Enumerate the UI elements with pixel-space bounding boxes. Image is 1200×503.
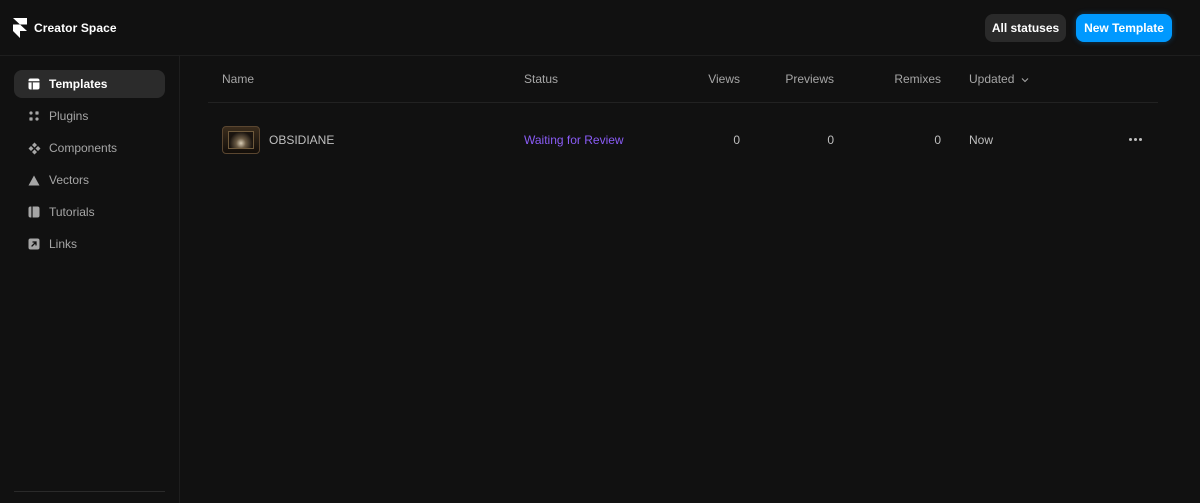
all-statuses-button[interactable]: All statuses [985,14,1066,42]
column-status-header[interactable]: Status [524,72,558,86]
sidebar-item-components[interactable]: Components [14,134,165,162]
column-updated-header[interactable]: Updated [969,72,1029,86]
components-icon [27,141,41,155]
template-icon [27,77,41,91]
sidebar-item-templates[interactable]: Templates [14,70,165,98]
sidebar-item-label: Templates [49,77,108,91]
updated-time: Now [969,133,994,147]
link-arrow-icon [27,237,41,251]
top-header: Creator Space All statuses New Template [0,0,1200,56]
sidebar-item-label: Plugins [49,109,89,123]
column-remixes-header[interactable]: Remixes [894,72,941,86]
sidebar-item-tutorials[interactable]: Tutorials [14,198,165,226]
framer-logo-icon [13,18,27,38]
column-name-header[interactable]: Name [222,72,254,86]
sidebar-item-label: Components [49,141,118,155]
sidebar-item-links[interactable]: Links [14,230,165,258]
status-badge: Waiting for Review [524,133,624,147]
new-template-button[interactable]: New Template [1076,14,1172,42]
sidebar: Templates Plugins Components Vectors Tut… [0,56,180,503]
brand[interactable]: Creator Space [13,17,117,39]
sidebar-item-vectors[interactable]: Vectors [14,166,165,194]
remixes-count: 0 [934,133,941,147]
table-row[interactable]: OBSIDIANE Waiting for Review 0 0 0 Now [208,104,1158,176]
previews-count: 0 [827,133,834,147]
sidebar-item-plugins[interactable]: Plugins [14,102,165,130]
template-name: OBSIDIANE [269,133,335,147]
book-icon [27,205,41,219]
vector-triangle-icon [27,173,41,187]
template-thumbnail [222,126,260,154]
column-updated-label: Updated [969,72,1015,86]
views-count: 0 [733,133,740,147]
brand-name: Creator Space [34,21,117,35]
sidebar-item-label: Tutorials [49,205,95,219]
sidebar-item-label: Vectors [49,173,90,187]
sidebar-divider [14,491,165,492]
more-options-icon[interactable] [1127,130,1143,148]
plugin-icon [27,109,41,123]
table-header: Name Status Views Previews Remixes Updat… [208,56,1158,103]
column-views-header[interactable]: Views [708,72,740,86]
chevron-down-icon [1021,77,1029,83]
sidebar-item-label: Links [49,237,78,251]
column-previews-header[interactable]: Previews [785,72,834,86]
